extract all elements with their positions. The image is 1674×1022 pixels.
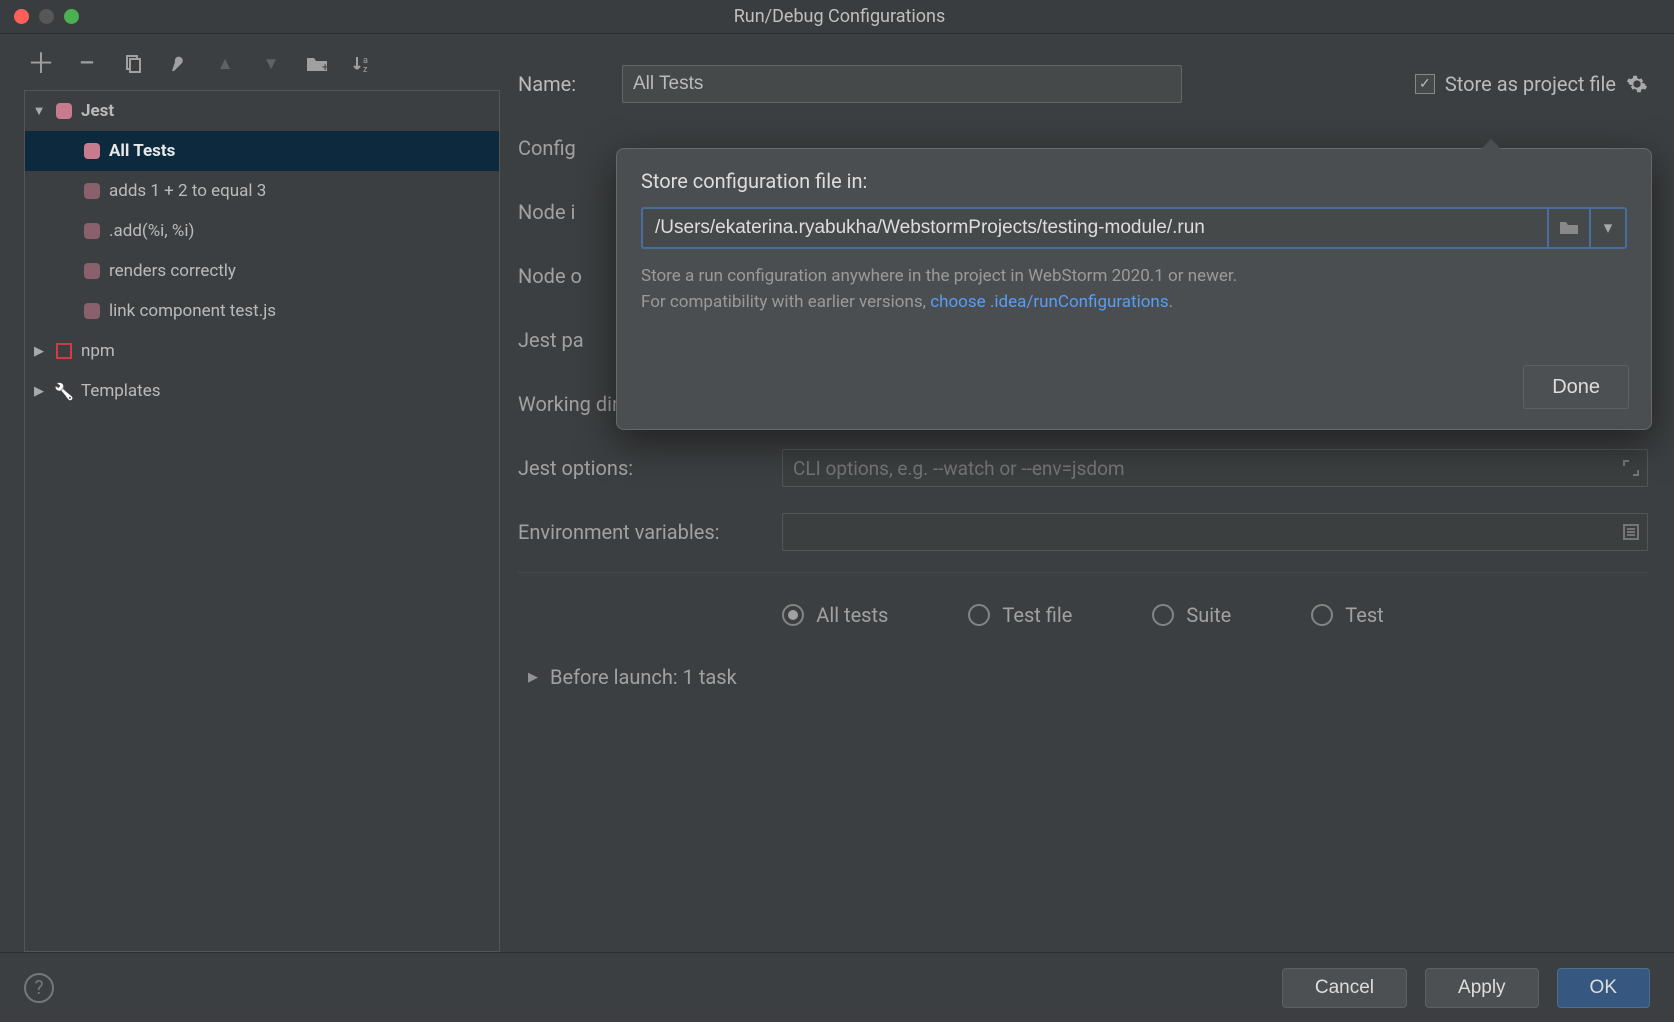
remove-config-icon[interactable]: − — [76, 53, 98, 75]
radio-label: Test file — [1002, 603, 1072, 627]
list-icon[interactable] — [1622, 523, 1640, 541]
jest-options-label: Jest options: — [518, 456, 782, 480]
jest-icon — [81, 300, 103, 322]
move-down-icon: ▼ — [260, 53, 282, 75]
sort-alpha-icon[interactable]: az — [352, 53, 374, 75]
tree-item[interactable]: .add(%i, %i) — [25, 211, 499, 251]
ok-button[interactable]: OK — [1557, 968, 1650, 1008]
npm-icon — [53, 340, 75, 362]
chevron-down-icon[interactable]: ▾ — [1591, 207, 1627, 249]
gear-icon[interactable] — [1626, 73, 1648, 95]
jest-icon — [81, 260, 103, 282]
window-controls — [14, 9, 79, 24]
move-up-icon: ▲ — [214, 53, 236, 75]
chevron-right-icon[interactable]: ▶ — [31, 344, 47, 359]
jest-icon — [81, 180, 103, 202]
popover-title: Store configuration file in: — [641, 169, 1627, 193]
separator — [518, 572, 1648, 573]
svg-text:z: z — [363, 65, 368, 74]
name-label: Name: — [518, 72, 622, 96]
cancel-button[interactable]: Cancel — [1282, 968, 1407, 1008]
store-path-input[interactable] — [641, 207, 1549, 249]
radio-label: Suite — [1186, 603, 1231, 627]
add-config-icon[interactable]: ＋ — [30, 53, 52, 75]
maximize-window-icon[interactable] — [64, 9, 79, 24]
apply-button[interactable]: Apply — [1425, 968, 1539, 1008]
tree-item-label: adds 1 + 2 to equal 3 — [109, 181, 266, 201]
store-as-project-file-checkbox[interactable]: ✓ — [1415, 74, 1435, 94]
chevron-right-icon[interactable]: ▶ — [31, 384, 47, 399]
jest-icon — [81, 220, 103, 242]
minimize-window-icon[interactable] — [39, 9, 54, 24]
env-vars-label: Environment variables: — [518, 520, 782, 544]
jest-icon — [81, 140, 103, 162]
tree-item[interactable]: adds 1 + 2 to equal 3 — [25, 171, 499, 211]
edit-defaults-icon[interactable] — [168, 53, 190, 75]
store-as-project-file-label: Store as project file — [1445, 72, 1616, 96]
folder-icon[interactable] — [1549, 207, 1591, 249]
tree-group-label: npm — [81, 341, 115, 361]
folder-action-icon[interactable]: + — [306, 53, 328, 75]
store-config-popover: Store configuration file in: ▾ Store a r… — [616, 148, 1652, 430]
config-tree[interactable]: ▼ Jest All Tests adds 1 + 2 to equal 3 .… — [24, 90, 500, 952]
done-button[interactable]: Done — [1523, 365, 1629, 409]
popover-hint: Store a run configuration anywhere in th… — [641, 263, 1627, 316]
tree-item-all-tests[interactable]: All Tests — [25, 131, 499, 171]
help-icon[interactable]: ? — [24, 973, 54, 1003]
copy-config-icon[interactable] — [122, 53, 144, 75]
jest-options-input[interactable]: CLI options, e.g. --watch or --env=jsdom — [782, 449, 1648, 487]
radio-suite[interactable]: Suite — [1152, 603, 1231, 627]
tree-item-label: link component test.js — [109, 301, 276, 321]
choose-idea-link[interactable]: choose .idea/runConfigurations — [930, 292, 1168, 312]
name-input[interactable] — [622, 65, 1182, 103]
config-toolbar: ＋ − ▲ ▼ + az — [24, 42, 500, 86]
radio-all-tests[interactable]: All tests — [782, 603, 888, 627]
wrench-icon — [53, 380, 75, 402]
radio-label: All tests — [816, 603, 888, 627]
close-window-icon[interactable] — [14, 9, 29, 24]
chevron-right-icon[interactable]: ▶ — [528, 670, 538, 685]
dialog-footer: ? Cancel Apply OK — [0, 952, 1674, 1022]
radio-test[interactable]: Test — [1311, 603, 1383, 627]
expand-icon[interactable] — [1622, 459, 1640, 477]
tree-group-npm[interactable]: ▶ npm — [25, 331, 499, 371]
tree-item[interactable]: link component test.js — [25, 291, 499, 331]
window-title: Run/Debug Configurations — [79, 6, 1600, 27]
tree-group-label: Templates — [81, 381, 161, 401]
tree-group-label: Jest — [81, 101, 114, 121]
tree-item-label: renders correctly — [109, 261, 236, 281]
test-scope-radios: All tests Test file Suite Test — [518, 587, 1648, 635]
jest-icon — [53, 100, 75, 122]
before-launch-label: Before launch: 1 task — [550, 665, 737, 689]
radio-test-file[interactable]: Test file — [968, 603, 1072, 627]
tree-item[interactable]: renders correctly — [25, 251, 499, 291]
tree-group-jest[interactable]: ▼ Jest — [25, 91, 499, 131]
env-vars-input[interactable] — [782, 513, 1648, 551]
before-launch-section[interactable]: ▶ Before launch: 1 task — [518, 635, 1648, 689]
tree-item-label: .add(%i, %i) — [109, 221, 194, 241]
tree-group-templates[interactable]: ▶ Templates — [25, 371, 499, 411]
chevron-down-icon[interactable]: ▼ — [31, 103, 47, 119]
radio-label: Test — [1345, 603, 1383, 627]
tree-item-label: All Tests — [109, 141, 175, 161]
titlebar: Run/Debug Configurations — [0, 0, 1674, 34]
svg-text:+: + — [322, 61, 328, 73]
